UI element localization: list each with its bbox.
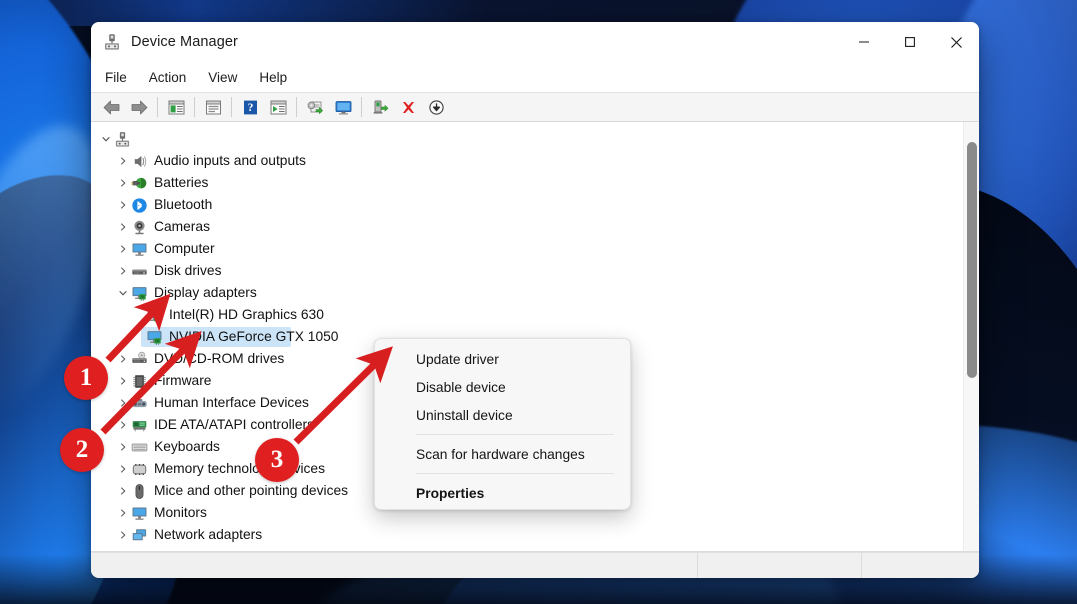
annotation-arrow-2 [100,330,202,435]
desktop-background: Device Manager File Action View Help ? A… [0,0,1077,604]
annotation-arrow-3 [293,346,393,445]
annotation-badge-1: 1 [64,356,108,400]
annotation-arrow-1 [105,293,171,363]
annotation-badge-2: 2 [60,428,104,472]
annotation-badge-3: 3 [255,438,299,482]
annotation-arrows [100,293,393,445]
